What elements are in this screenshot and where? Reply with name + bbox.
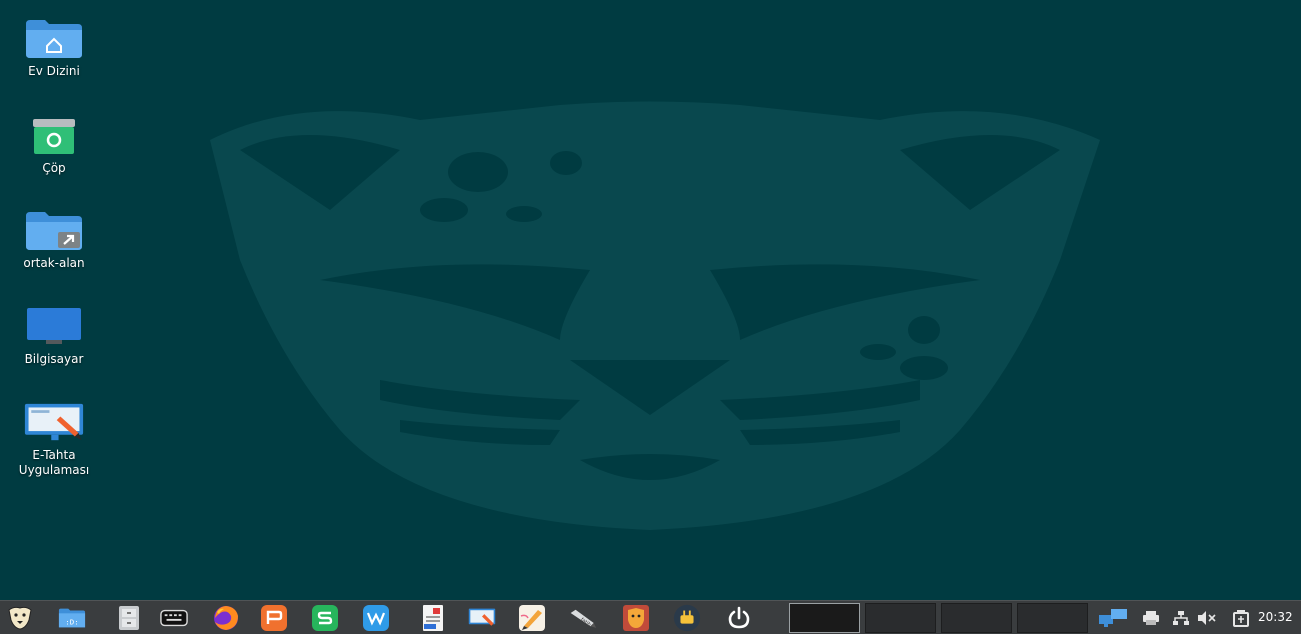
network-displays-button[interactable] [1098, 608, 1128, 628]
volume-muted-icon [1198, 611, 1216, 625]
spreadsheet-launcher[interactable] [311, 604, 339, 632]
fatih-pen-icon: fatih [570, 609, 597, 628]
eta-tools-icon [673, 604, 701, 632]
pardus-menu-icon [8, 606, 32, 630]
writer-launcher[interactable] [362, 604, 390, 632]
desktop-icon-label-line2: Uygulaması [18, 463, 90, 477]
e-tahta-launcher[interactable] [468, 604, 496, 632]
eta-tools-launcher[interactable] [673, 604, 701, 632]
workspace-1[interactable] [789, 603, 860, 633]
spreadsheet-app-icon [312, 605, 338, 631]
taskbar: :D: fatih 20:32 [0, 600, 1301, 634]
network-displays-icon [1099, 609, 1127, 627]
e-tahta-taskbar-icon [468, 608, 496, 626]
desktop-icon-label-line1: E-Tahta [32, 448, 76, 462]
drawing-app-icon [519, 605, 545, 631]
battery-button[interactable] [1230, 608, 1252, 628]
desktop-icon-e-tahta[interactable]: E-Tahta Uygulaması [0, 400, 108, 478]
desktop-icon-computer[interactable]: Bilgisayar [0, 304, 108, 367]
clock[interactable]: 20:32 [1258, 610, 1293, 624]
computer-icon [24, 304, 84, 348]
workspace-2[interactable] [865, 603, 936, 633]
desktop-icon-label: E-Tahta Uygulaması [19, 448, 89, 478]
wallpaper-leopard-logo [210, 101, 1100, 530]
desktop-icon-label: Ev Dizini [28, 64, 80, 78]
volume-button[interactable] [1196, 608, 1218, 628]
presentation-launcher[interactable] [260, 604, 288, 632]
document-viewer-icon [423, 605, 443, 631]
power-icon [728, 606, 750, 629]
firefox-icon [214, 606, 238, 630]
desktop-icon-label: Bilgisayar [24, 352, 84, 366]
pardus-lion-launcher[interactable] [622, 604, 650, 632]
fatih-pen-launcher[interactable]: fatih [569, 604, 597, 632]
home-folder-icon [24, 16, 84, 60]
keyboard-icon [160, 609, 188, 627]
virtual-keyboard-launcher[interactable] [160, 604, 188, 632]
desktop-icon-home[interactable]: Ev Dizini [0, 16, 108, 79]
printer-icon [1143, 611, 1159, 625]
power-button[interactable] [725, 604, 753, 632]
document-viewer-launcher[interactable] [419, 604, 447, 632]
battery-icon [1233, 610, 1249, 627]
shared-folder-icon [24, 208, 84, 252]
desktop-icon-label: Çöp [42, 161, 66, 175]
desktop-icon-trash[interactable]: Çöp [0, 113, 108, 176]
file-cabinet-icon [119, 606, 139, 630]
pardus-menu-button[interactable] [6, 604, 34, 632]
firefox-launcher[interactable] [212, 604, 240, 632]
desktop-icon-shared[interactable]: ortak-alan [0, 208, 108, 271]
drawing-app-launcher[interactable] [518, 604, 546, 632]
file-manager-launcher[interactable]: :D: [58, 604, 86, 632]
file-manager-icon: :D: [58, 608, 86, 628]
e-tahta-icon [24, 400, 84, 444]
pardus-lion-icon [623, 605, 649, 631]
network-button[interactable] [1170, 608, 1192, 628]
presentation-app-icon [261, 605, 287, 631]
file-cabinet-launcher[interactable] [115, 604, 143, 632]
svg-text:fatih: fatih [579, 617, 592, 628]
desktop-icon-label: ortak-alan [23, 256, 85, 270]
workspace-4[interactable] [1017, 603, 1088, 633]
network-icon [1173, 611, 1189, 625]
trash-icon [24, 113, 84, 157]
workspace-3[interactable] [941, 603, 1012, 633]
svg-text::D:: :D: [65, 618, 78, 627]
writer-app-icon [363, 605, 389, 631]
printer-button[interactable] [1140, 608, 1162, 628]
